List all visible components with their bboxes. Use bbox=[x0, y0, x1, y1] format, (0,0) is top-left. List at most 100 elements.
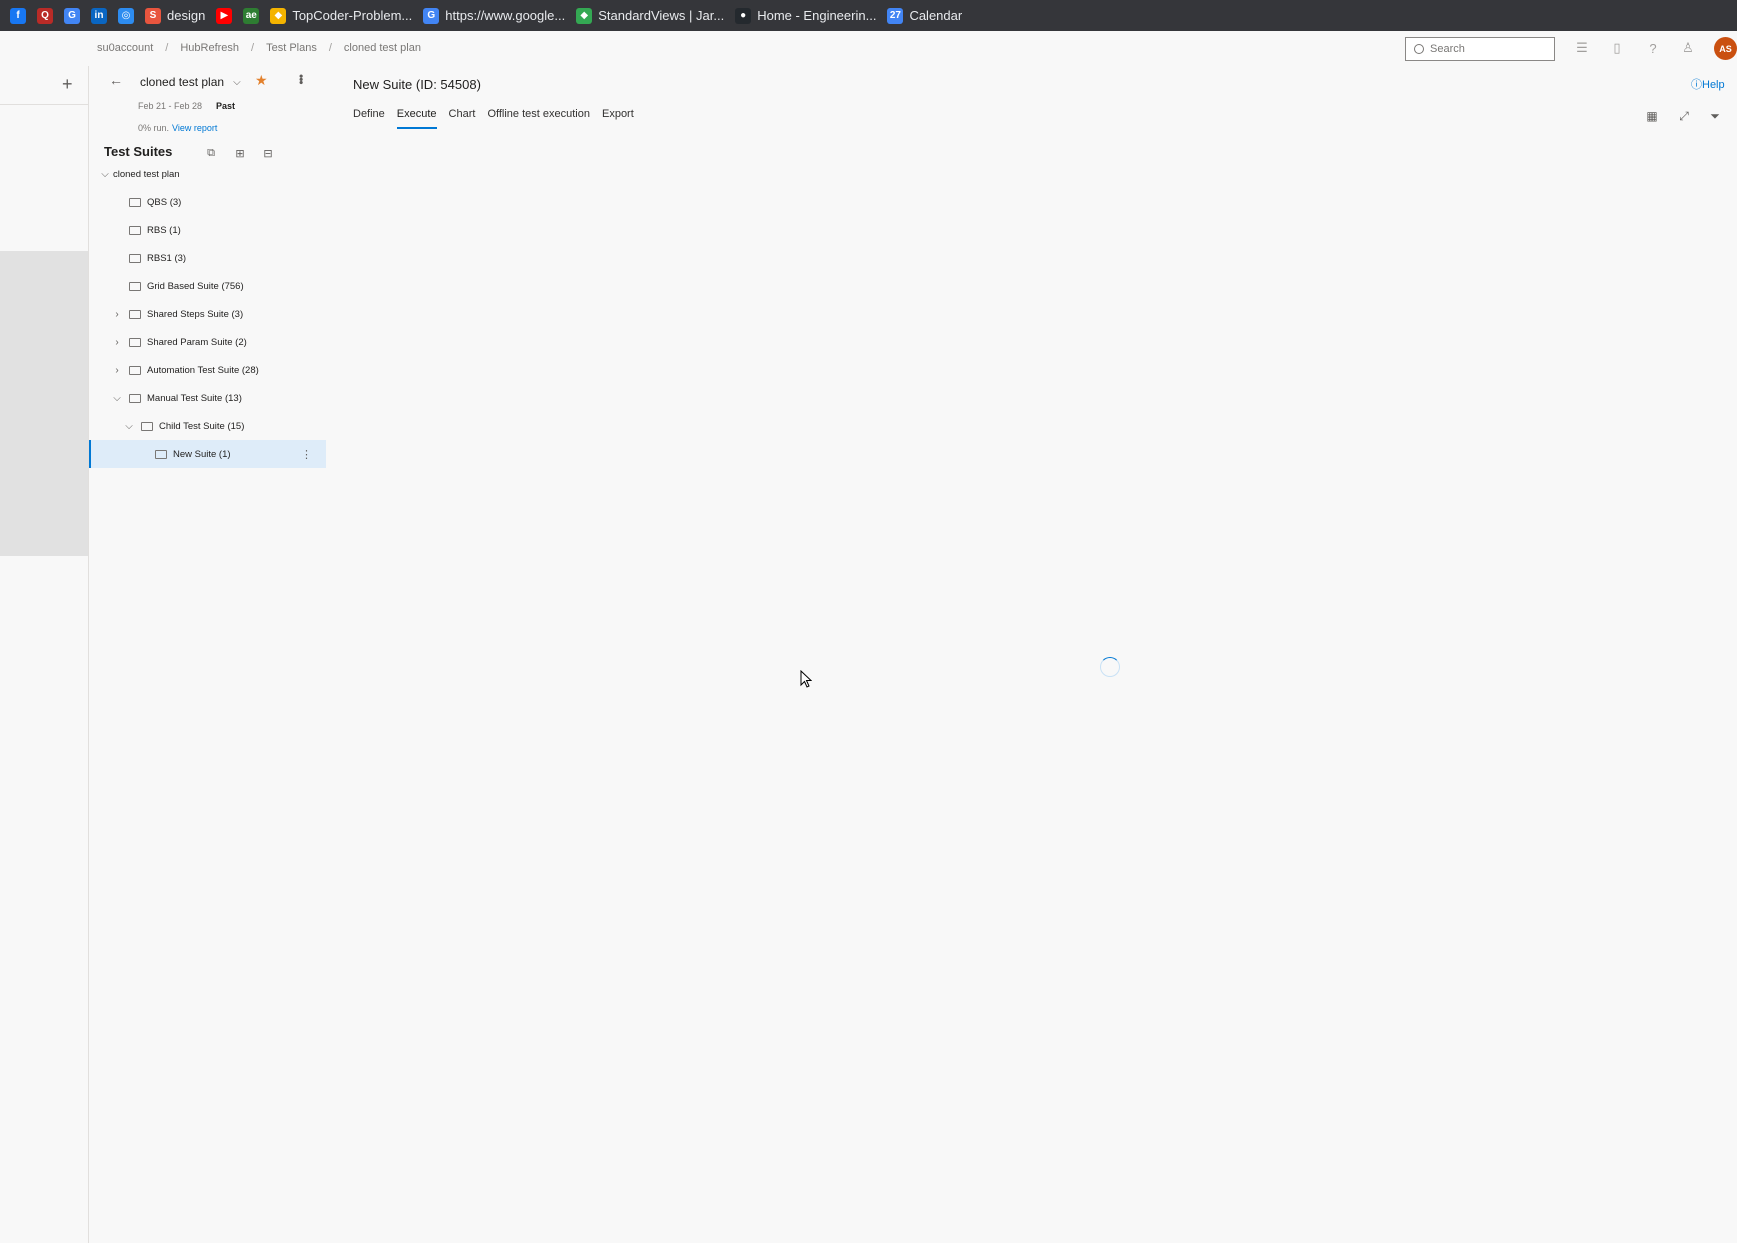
folder-icon bbox=[129, 393, 141, 403]
avatar[interactable]: AS bbox=[1714, 37, 1737, 60]
chevron-down-icon: ⌵ bbox=[233, 76, 241, 88]
youtube-icon: ▶ bbox=[216, 7, 233, 24]
user-settings-icon[interactable]: ♙ bbox=[1680, 40, 1696, 56]
breadcrumb-item-org[interactable]: su0account bbox=[97, 42, 153, 54]
bookmark-item[interactable]: ◆ StandardViews | Jar... bbox=[572, 4, 731, 28]
folder-icon bbox=[129, 225, 141, 235]
chevron-down-icon[interactable]: ⌵ bbox=[111, 393, 123, 404]
tree-item-label: New Suite (1) bbox=[173, 448, 231, 460]
left-nav: + bbox=[0, 66, 89, 1243]
help-label: Help bbox=[1702, 79, 1725, 91]
run-percent: 0% run. bbox=[138, 123, 170, 133]
more-options-icon[interactable]: ••• bbox=[294, 74, 308, 84]
expand-all-icon[interactable]: ⧉ bbox=[204, 146, 218, 160]
folder-icon bbox=[129, 197, 141, 207]
help-circle-icon[interactable]: ? bbox=[1645, 40, 1661, 56]
top-header: su0account / HubRefresh / Test Plans / c… bbox=[0, 31, 1737, 66]
tree-item[interactable]: ⌵ Child Test Suite (15) bbox=[89, 412, 326, 440]
tree-item-label: Manual Test Suite (13) bbox=[147, 392, 242, 404]
chevron-right-icon[interactable]: › bbox=[111, 309, 123, 320]
tree-item-label: Shared Steps Suite (3) bbox=[147, 308, 244, 320]
folder-icon bbox=[141, 421, 153, 431]
chevron-down-icon[interactable]: ⌵ bbox=[123, 421, 135, 432]
tree-item-label: cloned test plan bbox=[113, 168, 180, 180]
collapse-all-icon[interactable]: ⊟ bbox=[261, 146, 275, 160]
bookmark-item[interactable]: ▶ bbox=[212, 4, 239, 28]
fullscreen-icon[interactable]: ⤢ bbox=[1677, 109, 1691, 123]
tree-item[interactable]: Grid Based Suite (756) bbox=[89, 272, 326, 300]
tree-item[interactable]: QBS (3) bbox=[89, 188, 326, 216]
tree-item[interactable]: › Automation Test Suite (28) bbox=[89, 356, 326, 384]
chevron-right-icon[interactable]: › bbox=[111, 365, 123, 376]
bookmark-label: design bbox=[167, 8, 206, 23]
tab-offline-test-execution[interactable]: Offline test execution bbox=[487, 108, 590, 129]
mouse-cursor-icon bbox=[800, 670, 812, 688]
tree-item[interactable]: › Shared Param Suite (2) bbox=[89, 328, 326, 356]
bookmark-item[interactable]: 27 Calendar bbox=[883, 4, 969, 28]
plan-selector[interactable]: cloned test plan ⌵ bbox=[140, 75, 241, 89]
linkedin-icon: in bbox=[91, 7, 107, 24]
tree-item-label: RBS1 (3) bbox=[147, 252, 187, 264]
bookmark-label: TopCoder-Problem... bbox=[292, 8, 413, 23]
breadcrumb-separator: / bbox=[251, 42, 255, 54]
favorite-star-icon[interactable]: ★ bbox=[255, 72, 268, 89]
test-suites-panel: ← cloned test plan ⌵ ★ ••• Feb 21 - Feb … bbox=[89, 66, 326, 1243]
bookmark-item[interactable]: Ghttps://www.google... bbox=[419, 4, 572, 28]
design-icon: S bbox=[145, 7, 161, 24]
folder-icon bbox=[129, 309, 141, 319]
tree-item[interactable]: RBS1 (3) bbox=[89, 244, 326, 272]
filter-icon[interactable]: ⏷ bbox=[1708, 109, 1722, 123]
page-title: New Suite (ID: 54508) bbox=[353, 77, 481, 92]
bookmark-item[interactable]: Sdesign bbox=[141, 4, 212, 28]
breadcrumb-separator: / bbox=[165, 42, 169, 54]
tree-item[interactable]: ⌵ cloned test plan bbox=[89, 160, 326, 188]
breadcrumb-separator: / bbox=[328, 42, 332, 54]
tree-item[interactable]: New Suite (1) ⋮ bbox=[89, 440, 326, 468]
chevron-right-icon[interactable]: › bbox=[111, 337, 123, 348]
tree-item-label: Child Test Suite (15) bbox=[159, 420, 245, 432]
shopping-bag-icon[interactable]: ▯ bbox=[1609, 40, 1625, 56]
more-options-icon[interactable]: ⋮ bbox=[301, 448, 312, 461]
bookmark-label: Home - Engineerin... bbox=[757, 8, 877, 23]
bookmark-item[interactable]: f bbox=[6, 4, 33, 28]
view-report-link[interactable]: View report bbox=[172, 123, 217, 133]
tree-item[interactable]: › Shared Steps Suite (3) bbox=[89, 300, 326, 328]
search-box[interactable] bbox=[1405, 37, 1555, 61]
breadcrumb-item-test-plans[interactable]: Test Plans bbox=[266, 42, 317, 54]
tab-define[interactable]: Define bbox=[353, 108, 385, 129]
standardviews-icon: ◆ bbox=[576, 7, 593, 24]
tree-item[interactable]: RBS (1) bbox=[89, 216, 326, 244]
bookmark-item[interactable]: in bbox=[87, 4, 114, 28]
back-arrow-icon[interactable]: ← bbox=[109, 72, 123, 88]
breadcrumb: su0account / HubRefresh / Test Plans / c… bbox=[97, 42, 421, 54]
plus-icon[interactable]: + bbox=[62, 74, 73, 95]
add-suite-icon[interactable]: ⊞ bbox=[233, 146, 247, 160]
nav-hover-region bbox=[0, 251, 88, 556]
tree-item[interactable]: ⌵ Manual Test Suite (13) bbox=[89, 384, 326, 412]
folder-icon bbox=[155, 449, 167, 459]
breadcrumb-item-plan[interactable]: cloned test plan bbox=[344, 42, 421, 54]
search-input[interactable] bbox=[1430, 43, 1550, 55]
bookmark-item[interactable]: ◎ bbox=[114, 4, 141, 28]
plan-dates: Feb 21 - Feb 28 bbox=[138, 101, 203, 111]
bookmark-item[interactable]: G bbox=[60, 4, 87, 28]
column-options-icon[interactable]: ▦ bbox=[1645, 109, 1659, 123]
chevron-down-icon[interactable]: ⌵ bbox=[99, 169, 111, 180]
bookmark-item[interactable]: Q bbox=[33, 4, 60, 28]
github-icon: ● bbox=[735, 7, 752, 24]
google-icon: G bbox=[64, 7, 80, 24]
list-icon[interactable]: ☰ bbox=[1574, 40, 1590, 56]
tab-export[interactable]: Export bbox=[602, 108, 634, 129]
bookmark-item[interactable]: ae bbox=[239, 4, 266, 28]
bookmark-item[interactable]: ◆ TopCoder-Problem... bbox=[266, 4, 419, 28]
tree-item-label: Shared Param Suite (2) bbox=[147, 336, 247, 348]
folder-icon bbox=[129, 281, 141, 291]
bookmark-item[interactable]: ● Home - Engineerin... bbox=[731, 4, 883, 28]
tab-chart[interactable]: Chart bbox=[449, 108, 476, 129]
breadcrumb-item-project[interactable]: HubRefresh bbox=[180, 42, 239, 54]
tab-execute[interactable]: Execute bbox=[396, 108, 437, 129]
bookmarks-bar: f Q Gin ◎ Sdesign ▶ ae ◆ TopCoder-Problem... Ghtt… bbox=[0, 0, 1737, 31]
help-link[interactable]: ⓘHelp bbox=[1691, 76, 1725, 92]
test-suites-title: Test Suites bbox=[104, 144, 173, 159]
quora-icon: Q bbox=[37, 7, 53, 24]
